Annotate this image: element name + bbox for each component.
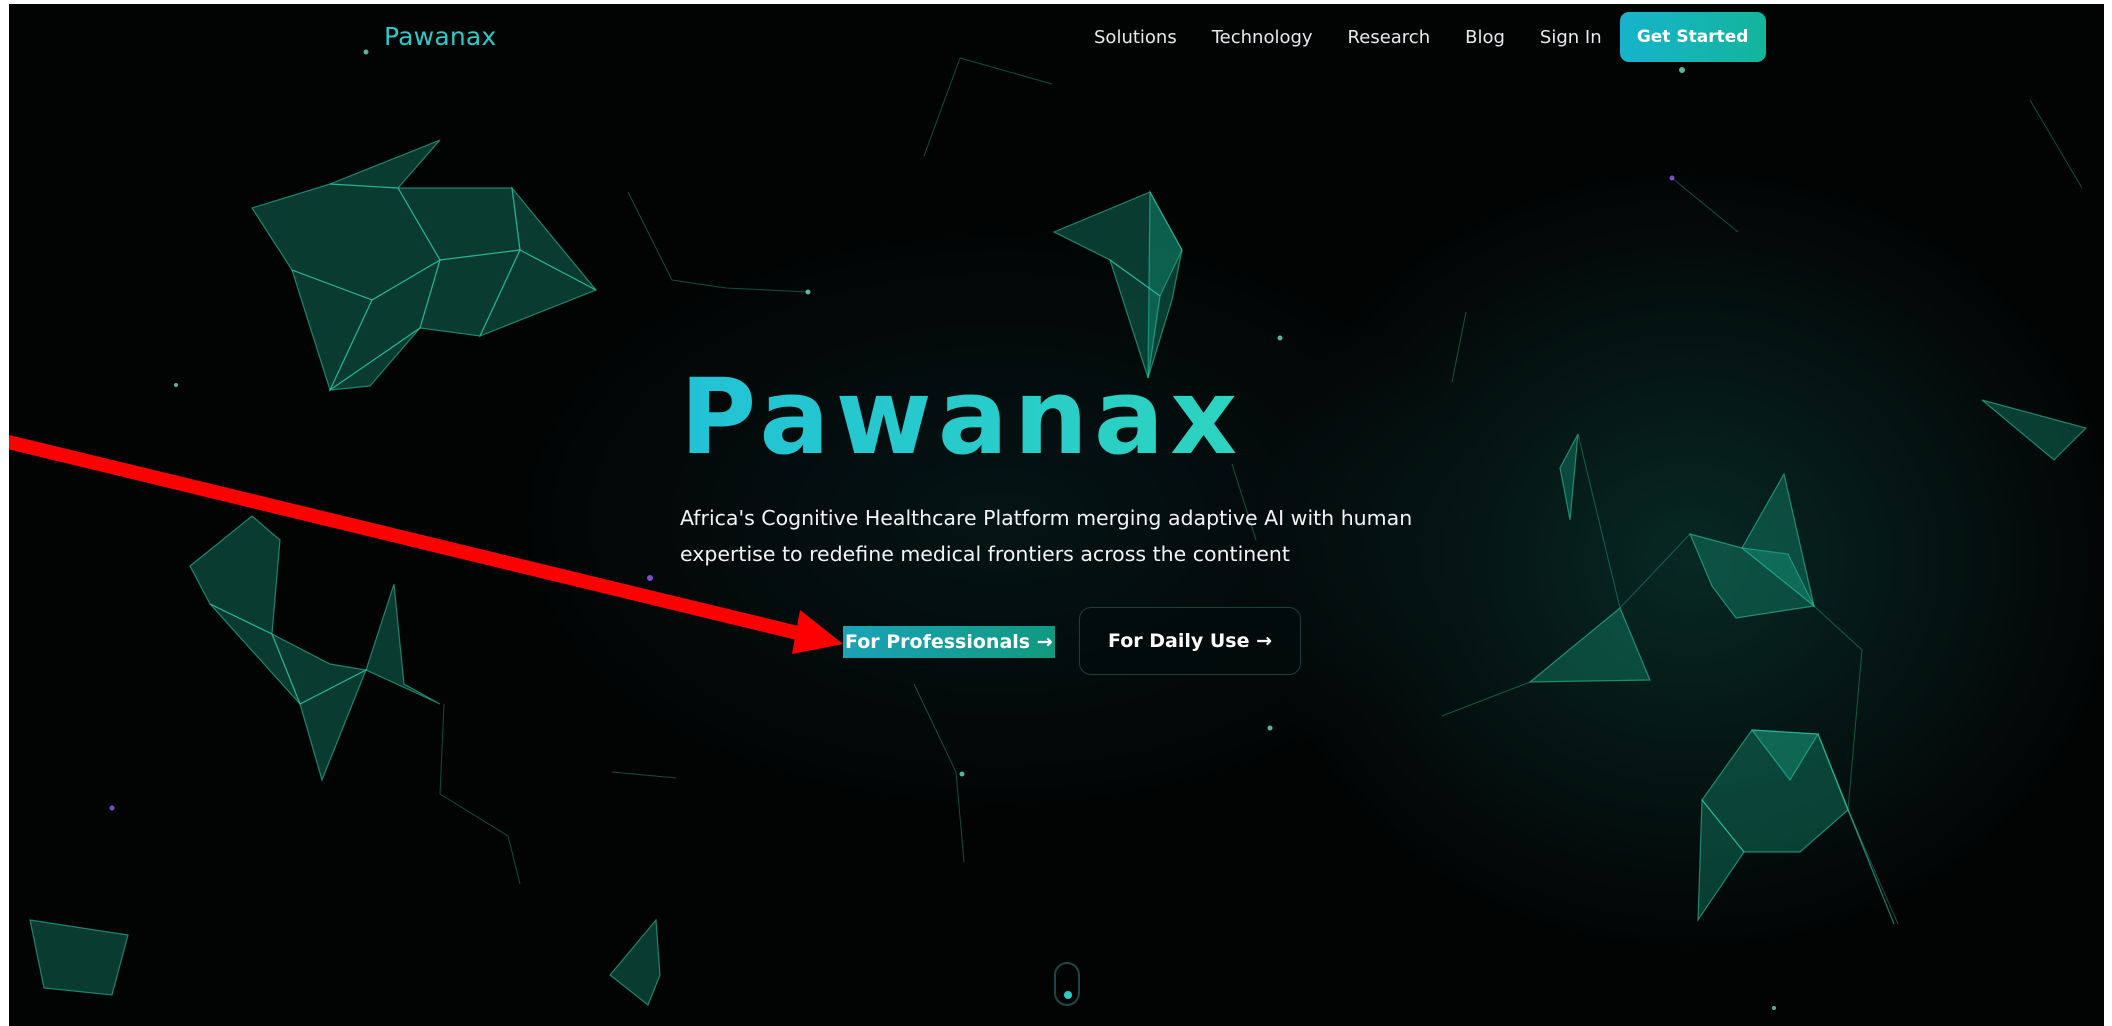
nav-item-sign-in[interactable]: Sign In xyxy=(1540,27,1602,48)
nav-item-technology[interactable]: Technology xyxy=(1212,27,1313,48)
nav-item-blog[interactable]: Blog xyxy=(1465,27,1505,48)
hero-viewport: Pawanax Solutions Technology Research Bl… xyxy=(0,0,2112,1026)
window-border-top xyxy=(0,0,2112,4)
mouse-scroll-icon[interactable] xyxy=(1054,962,1080,1006)
hero-subtitle-line-2: expertise to redefine medical frontiers … xyxy=(680,542,1290,566)
get-started-button[interactable]: Get Started xyxy=(1619,12,1766,62)
scroll-dot xyxy=(1064,991,1072,999)
nav-item-research[interactable]: Research xyxy=(1348,27,1431,48)
hero-subtitle: Africa's Cognitive Healthcare Platform m… xyxy=(680,500,1440,572)
nav-item-solutions[interactable]: Solutions xyxy=(1094,27,1177,48)
for-professionals-button[interactable]: For Professionals → xyxy=(843,626,1055,658)
top-nav: Solutions Technology Research Blog Sign … xyxy=(1094,12,1766,62)
window-border-left xyxy=(0,0,9,1026)
brand-logo[interactable]: Pawanax xyxy=(384,22,496,51)
for-daily-use-button[interactable]: For Daily Use → xyxy=(1079,607,1301,675)
window-border-right xyxy=(2104,0,2112,1026)
hero-subtitle-line-1: Africa's Cognitive Healthcare Platform m… xyxy=(680,506,1413,530)
hero-title: Pawanax xyxy=(680,352,1243,482)
